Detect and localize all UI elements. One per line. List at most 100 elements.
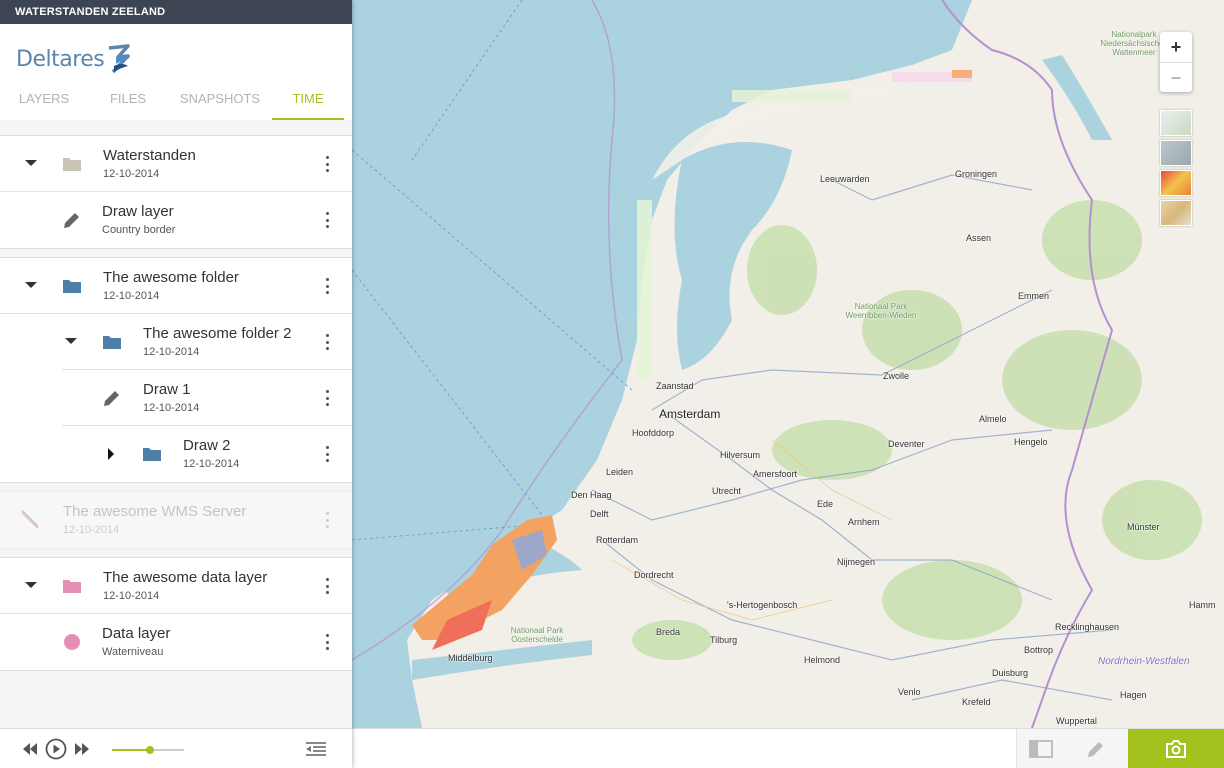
map-label-city: Almelo [979, 414, 1007, 424]
layer-row-awesome-folder-2[interactable]: The awesome folder 2 12-10-2014 [62, 314, 352, 370]
layer-row-wms-server[interactable]: The awesome WMS Server 12-10-2014 [0, 492, 352, 548]
baselayer-switcher [1160, 110, 1192, 230]
map-label-city: Hoofddorp [632, 428, 675, 438]
map-label-city: Hilversum [720, 450, 761, 460]
map-label-city: Münster [1127, 522, 1160, 532]
basemap [352, 0, 1224, 728]
layer-title: Draw 2 [183, 437, 231, 454]
map-label-city: Zaanstad [656, 381, 694, 391]
brand-header: Deltares LAYERS FILES SNAPSHOTS TIME [0, 24, 352, 120]
map-label-city: Leeuwarden [820, 174, 870, 184]
disabled-icon [21, 510, 39, 529]
layer-row-awesome-data-layer[interactable]: The awesome data layer 12-10-2014 [0, 558, 352, 614]
time-slider[interactable] [112, 746, 184, 754]
edit-button[interactable] [1064, 729, 1128, 768]
map-label-city: Hamm [1189, 600, 1216, 610]
layer-date: 12-10-2014 [63, 524, 120, 536]
map-label-city: Helmond [804, 655, 841, 665]
map-label-city: Assen [966, 233, 992, 243]
collapse-list-icon[interactable] [305, 741, 327, 757]
zoom-control: + − [1160, 32, 1192, 92]
app-title: WATERSTANDEN ZEELAND [0, 0, 352, 24]
zoom-out-button[interactable]: − [1160, 62, 1192, 92]
chevron-down-icon[interactable] [25, 582, 37, 588]
time-player [0, 728, 352, 768]
layer-row-data-layer[interactable]: Data layer Waterniveau [0, 614, 352, 670]
layer-date: 12-10-2014 [183, 458, 240, 470]
layer-title: Data layer [102, 625, 171, 642]
chevron-down-icon[interactable] [25, 160, 37, 166]
sidebar: WATERSTANDEN ZEELAND Deltares LAYERS FIL… [0, 0, 352, 768]
layer-row-awesome-folder[interactable]: The awesome folder 12-10-2014 [0, 258, 352, 314]
map-label-city: Deventer [888, 439, 925, 449]
map-label-city: Emmen [1018, 291, 1050, 301]
baselayer-osm-thumb[interactable] [1160, 110, 1192, 136]
baselayer-grey-thumb[interactable] [1160, 140, 1192, 166]
time-slider-handle[interactable] [146, 746, 155, 754]
more-vert-icon[interactable] [324, 512, 330, 528]
tab-time[interactable]: TIME [272, 88, 344, 120]
map-label-park: Nationaal Park Weerribben-Wieden [845, 302, 917, 320]
more-vert-icon[interactable] [324, 578, 330, 594]
tab-snapshots[interactable]: SNAPSHOTS [168, 88, 272, 120]
layer-row-waterstanden[interactable]: Waterstanden 12-10-2014 [0, 136, 352, 192]
toggle-panel-button[interactable] [1016, 729, 1064, 768]
layer-group-wms-server: The awesome WMS Server 12-10-2014 [0, 491, 352, 549]
tab-files[interactable]: FILES [88, 88, 168, 120]
layer-group-waterstanden: Waterstanden 12-10-2014 Draw layer Count… [0, 135, 352, 249]
bottom-toolbar [352, 728, 1224, 768]
fast-forward-icon[interactable] [74, 742, 90, 756]
folder-icon [143, 448, 161, 461]
snapshot-button[interactable] [1128, 729, 1224, 768]
layer-title: The awesome WMS Server [63, 503, 247, 520]
camera-icon [1166, 740, 1186, 758]
layer-row-draw-2[interactable]: Draw 2 12-10-2014 [62, 426, 352, 482]
map-label-city: Krefeld [962, 697, 991, 707]
layer-title: The awesome data layer [103, 569, 268, 586]
rewind-icon[interactable] [22, 742, 38, 756]
map-label-city: Arnhem [848, 517, 880, 527]
map-label-city: 's-Hertogenbosch [727, 600, 798, 610]
map-label-city: Wuppertal [1056, 716, 1097, 726]
baselayer-terrain-thumb[interactable] [1160, 200, 1192, 226]
more-vert-icon[interactable] [324, 634, 330, 650]
baselayer-heat-thumb[interactable] [1160, 170, 1192, 196]
sidebar-tabs: LAYERS FILES SNAPSHOTS TIME [0, 88, 352, 120]
map-label-city: Delft [590, 509, 609, 519]
more-vert-icon[interactable] [324, 212, 330, 228]
map-label-region: Nordrhein-Westfalen [1098, 656, 1190, 667]
map-label-city: Duisburg [992, 668, 1029, 678]
more-vert-icon[interactable] [324, 278, 330, 294]
zoom-in-button[interactable]: + [1160, 32, 1192, 62]
layer-row-draw-layer[interactable]: Draw layer Country border [0, 192, 352, 248]
map-label-city: Groningen [955, 169, 998, 179]
map-label-city: Recklinghausen [1055, 622, 1120, 632]
layer-group-awesome-folder: The awesome folder 12-10-2014 The awesom… [0, 257, 352, 483]
more-vert-icon[interactable] [324, 334, 330, 350]
layer-title: Waterstanden [103, 147, 196, 164]
panel-icon [1029, 740, 1053, 758]
deltares-logo-mark [109, 44, 131, 74]
more-vert-icon[interactable] [324, 446, 330, 462]
map-view[interactable]: Leeuwarden Groningen Assen Emmen Zwolle … [352, 0, 1224, 728]
chevron-down-icon[interactable] [25, 282, 37, 288]
map-label-city: Hengelo [1014, 437, 1048, 447]
map-label-city: Ede [817, 499, 834, 509]
more-vert-icon[interactable] [324, 390, 330, 406]
tab-layers[interactable]: LAYERS [0, 88, 88, 120]
layer-title: Draw 1 [143, 381, 191, 398]
play-icon[interactable] [45, 738, 67, 760]
map-label-city: Zwolle [883, 371, 910, 381]
layer-row-draw-1[interactable]: Draw 1 12-10-2014 [62, 370, 352, 426]
folder-icon [63, 158, 81, 171]
layer-date: 12-10-2014 [103, 168, 160, 180]
chevron-down-icon[interactable] [65, 338, 77, 344]
map-label-city: Middelburg [448, 653, 493, 663]
more-vert-icon[interactable] [324, 156, 330, 172]
chevron-right-icon[interactable] [108, 448, 114, 460]
map-label-city: Breda [656, 627, 681, 637]
layer-title: The awesome folder [103, 269, 239, 286]
time-slider-fill [112, 749, 151, 751]
folder-icon [63, 580, 81, 593]
map-label-park: Nationaal Park Oosterschelde [510, 626, 564, 644]
